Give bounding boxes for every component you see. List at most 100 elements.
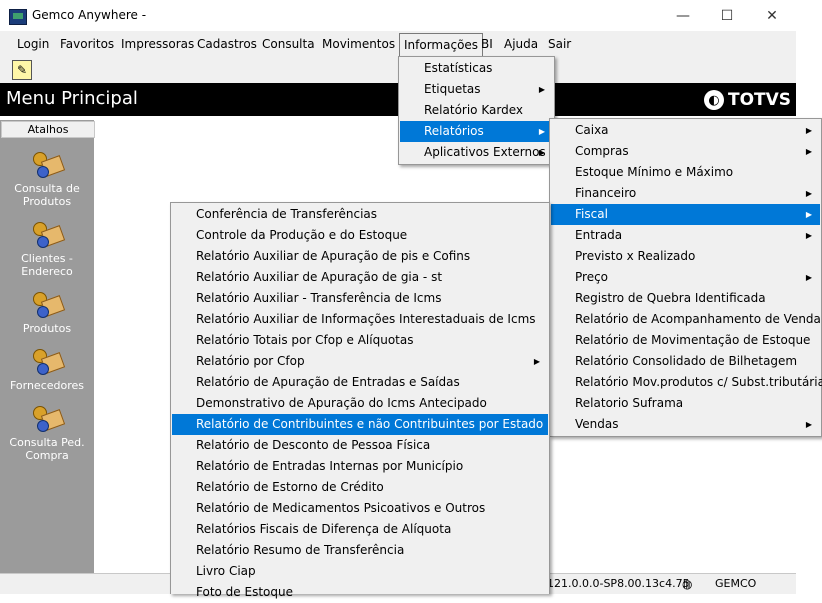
menu-item-relatorios-fiscais-de-diferenca-de-aliquota[interactable]: Relatórios Fiscais de Diferença de Alíqu… [172,519,548,540]
menu-item-relatorio-por-cfop[interactable]: Relatório por Cfop ▶ [172,351,548,372]
menu-item-estatisticas[interactable]: Estatísticas [400,58,553,79]
menu-item-caixa[interactable]: Caixa ▶ [551,120,820,141]
submenu-arrow-icon: ▶ [538,127,545,136]
menu-item-label: Vendas [575,417,619,431]
menu-item-relatorio-mov-produtos-c-subst-tributaria[interactable]: Relatório Mov.produtos c/ Subst.tributár… [551,372,822,393]
menu-item-label: Demonstrativo de Apuração do Icms Anteci… [196,396,487,410]
menu-item-aplicativos-externos[interactable]: Aplicativos Externos ▶ [400,142,553,163]
menu-item-relatorio-de-desconto-de-pessoa-fisica[interactable]: Relatório de Desconto de Pessoa Física [172,435,548,456]
page-title: Menu Principal [6,88,138,109]
totvs-logo-icon: ◐ [704,90,724,110]
menu-item-relatorio-de-contribuintes-e-nao-contribuintes-por-estado[interactable]: Relatório de Contribuintes e não Contrib… [172,414,548,435]
shortcut-label: Produtos [22,195,72,208]
shortcut-label: Consulta Ped. [9,436,85,449]
help-icon[interactable]: ✎ [12,60,32,80]
menu-item-label: Relatório Auxiliar - Transferência de Ic… [196,291,442,305]
menu-item-label: Etiquetas [424,82,481,96]
products-icon [31,290,66,320]
informacoes-menu: Estatísticas Etiquetas ▶ Relatório Kardex… [398,56,555,165]
menu-item-relatorio-totais-por-cfop-e-aliquotas[interactable]: Relatório Totais por Cfop e Alíquotas [172,330,548,351]
menu-item-entrada[interactable]: Entrada ▶ [551,225,820,246]
submenu-arrow-icon: ▶ [805,273,812,282]
menu-consulta[interactable]: Consulta [262,37,315,51]
menu-item-label: Relatório de Medicamentos Psicoativos e … [196,501,486,515]
menu-item-relatorio-auxiliar-de-apuracao-de-gia-st[interactable]: Relatório Auxiliar de Apuração de gia - … [172,267,548,288]
menu-item-label: Relatório de Desconto de Pessoa Física [196,438,431,452]
menu-item-fiscal[interactable]: Fiscal ▶ [551,204,820,225]
menu-item-relatorio-de-acompanhamento-de-venda[interactable]: Relatório de Acompanhamento de Venda [551,309,821,330]
menu-item-relatorio-resumo-de-transferencia[interactable]: Relatório Resumo de Transferência [172,540,548,561]
status-company: GEMCO [715,577,757,590]
menu-item-controle-da-producao-e-do-estoque[interactable]: Controle da Produção e do Estoque [172,225,548,246]
menu-item-financeiro[interactable]: Financeiro ▶ [551,183,820,204]
menu-informacoes[interactable]: Informações [399,33,484,56]
submenu-arrow-icon: ▶ [538,148,545,157]
submenu-arrow-icon: ▶ [805,420,812,429]
menu-item-label: Aplicativos Externos [424,145,546,159]
menu-item-label: Relatório por Cfop [196,354,305,368]
menu-item-vendas[interactable]: Vendas ▶ [551,414,820,435]
menu-item-relatorio-auxiliar-transferencia-de-icms[interactable]: Relatório Auxiliar - Transferência de Ic… [172,288,548,309]
menu-favoritos[interactable]: Favoritos [60,37,114,51]
status-version: 121.0.0.0-SP8.00.13c4.75 [547,577,690,590]
submenu-arrow-icon: ▶ [805,210,812,219]
menu-item-etiquetas[interactable]: Etiquetas ▶ [400,79,553,100]
menu-item-relatorio-auxiliar-de-informacoes-interestaduais-de-icms[interactable]: Relatório Auxiliar de Informações Intere… [172,309,548,330]
menu-item-demonstrativo-de-apuracao-do-icms-antecipado[interactable]: Demonstrativo de Apuração do Icms Anteci… [172,393,548,414]
menu-item-relatorio-de-estorno-de-credito[interactable]: Relatório de Estorno de Crédito [172,477,548,498]
shortcut-fornecedores[interactable]: Fornecedores [0,347,94,392]
menu-item-label: Relatório de Contribuintes e não Contrib… [196,417,544,431]
menu-item-relatorio-auxiliar-de-apuracao-de-pis-e-cofins[interactable]: Relatório Auxiliar de Apuração de pis e … [172,246,548,267]
people-icon [31,404,66,434]
menu-item-previsto-x-realizado[interactable]: Previsto x Realizado [551,246,820,267]
menu-item-registro-de-quebra-identificada[interactable]: Registro de Quebra Identificada [551,288,820,309]
submenu-arrow-icon: ▶ [538,85,545,94]
shortcut-produtos[interactable]: Produtos [0,290,94,335]
close-button[interactable]: ✕ [749,0,795,31]
menu-sair[interactable]: Sair [548,37,571,51]
menu-item-label: Relatório Kardex [424,103,523,117]
menu-movimentos[interactable]: Movimentos [322,37,395,51]
maximize-button[interactable]: ☐ [704,0,750,31]
menu-item-relatorio-de-movimentacao-de-estoque[interactable]: Relatório de Movimentação de Estoque [551,330,820,351]
menu-item-conferencia-de-transferencias[interactable]: Conferência de Transferências [172,204,548,225]
menu-item-relatorio-de-medicamentos-psicoativos-e-outros[interactable]: Relatório de Medicamentos Psicoativos e … [172,498,548,519]
people-icon [31,220,66,250]
menu-item-label: Relatório Auxiliar de Informações Intere… [196,312,536,326]
minimize-button[interactable]: — [660,0,706,31]
menu-login[interactable]: Login [17,37,49,51]
menu-item-relatorio-consolidado-de-bilhetagem[interactable]: Relatório Consolidado de Bilhetagem [551,351,820,372]
menu-item-relatorios[interactable]: Relatórios ▶ [400,121,553,142]
shortcut-consulta-produtos[interactable]: Consulta de Produtos [0,150,94,208]
menu-item-label: Livro Ciap [196,564,256,578]
menu-item-preco[interactable]: Preço ▶ [551,267,820,288]
submenu-arrow-icon: ▶ [805,147,812,156]
menu-item-compras[interactable]: Compras ▶ [551,141,820,162]
menu-item-label: Relatório Resumo de Transferência [196,543,405,557]
shortcut-consulta-ped-compra[interactable]: Consulta Ped. Compra [0,404,94,462]
brand-logo: ◐ TOTVS [704,90,791,110]
menu-impressoras[interactable]: Impressoras [121,37,194,51]
menu-item-label: Registro de Quebra Identificada [575,291,766,305]
menu-item-label: Relatórios [424,124,484,138]
menu-item-livro-ciap[interactable]: Livro Ciap [172,561,548,582]
menu-item-relatorio-kardex[interactable]: Relatório Kardex [400,100,553,121]
menu-item-relatorio-de-entradas-internas-por-municipio[interactable]: Relatório de Entradas Internas por Munic… [172,456,548,477]
menu-item-relatorio-de-apuracao-de-entradas-e-saidas[interactable]: Relatório de Apuração de Entradas e Saíd… [172,372,548,393]
menu-item-relatorio-suframa[interactable]: Relatorio Suframa [551,393,820,414]
menu-item-label: Controle da Produção e do Estoque [196,228,408,242]
shortcut-label: Produtos [22,322,72,335]
shortcut-clientes-endereco[interactable]: Clientes - Endereco [0,220,94,278]
menu-item-label: Relatório Totais por Cfop e Alíquotas [196,333,414,347]
menu-item-label: Conferência de Transferências [196,207,378,221]
menu-item-label: Preço [575,270,609,284]
menu-item-label: Relatório de Entradas Internas por Munic… [196,459,464,473]
menu-ajuda[interactable]: Ajuda [504,37,538,51]
menu-cadastros[interactable]: Cadastros [197,37,257,51]
menu-item-label: Relatório de Apuração de Entradas e Saíd… [196,375,460,389]
menu-item-estoque-minimo-e-maximo[interactable]: Estoque Mínimo e Máximo [551,162,820,183]
window-title: Gemco Anywhere - [32,8,147,22]
menu-bi[interactable]: BI [481,37,493,51]
menu-bar: Login Favoritos Impressoras Cadastros Co… [0,31,796,58]
shortcut-label: Endereco [21,265,73,278]
